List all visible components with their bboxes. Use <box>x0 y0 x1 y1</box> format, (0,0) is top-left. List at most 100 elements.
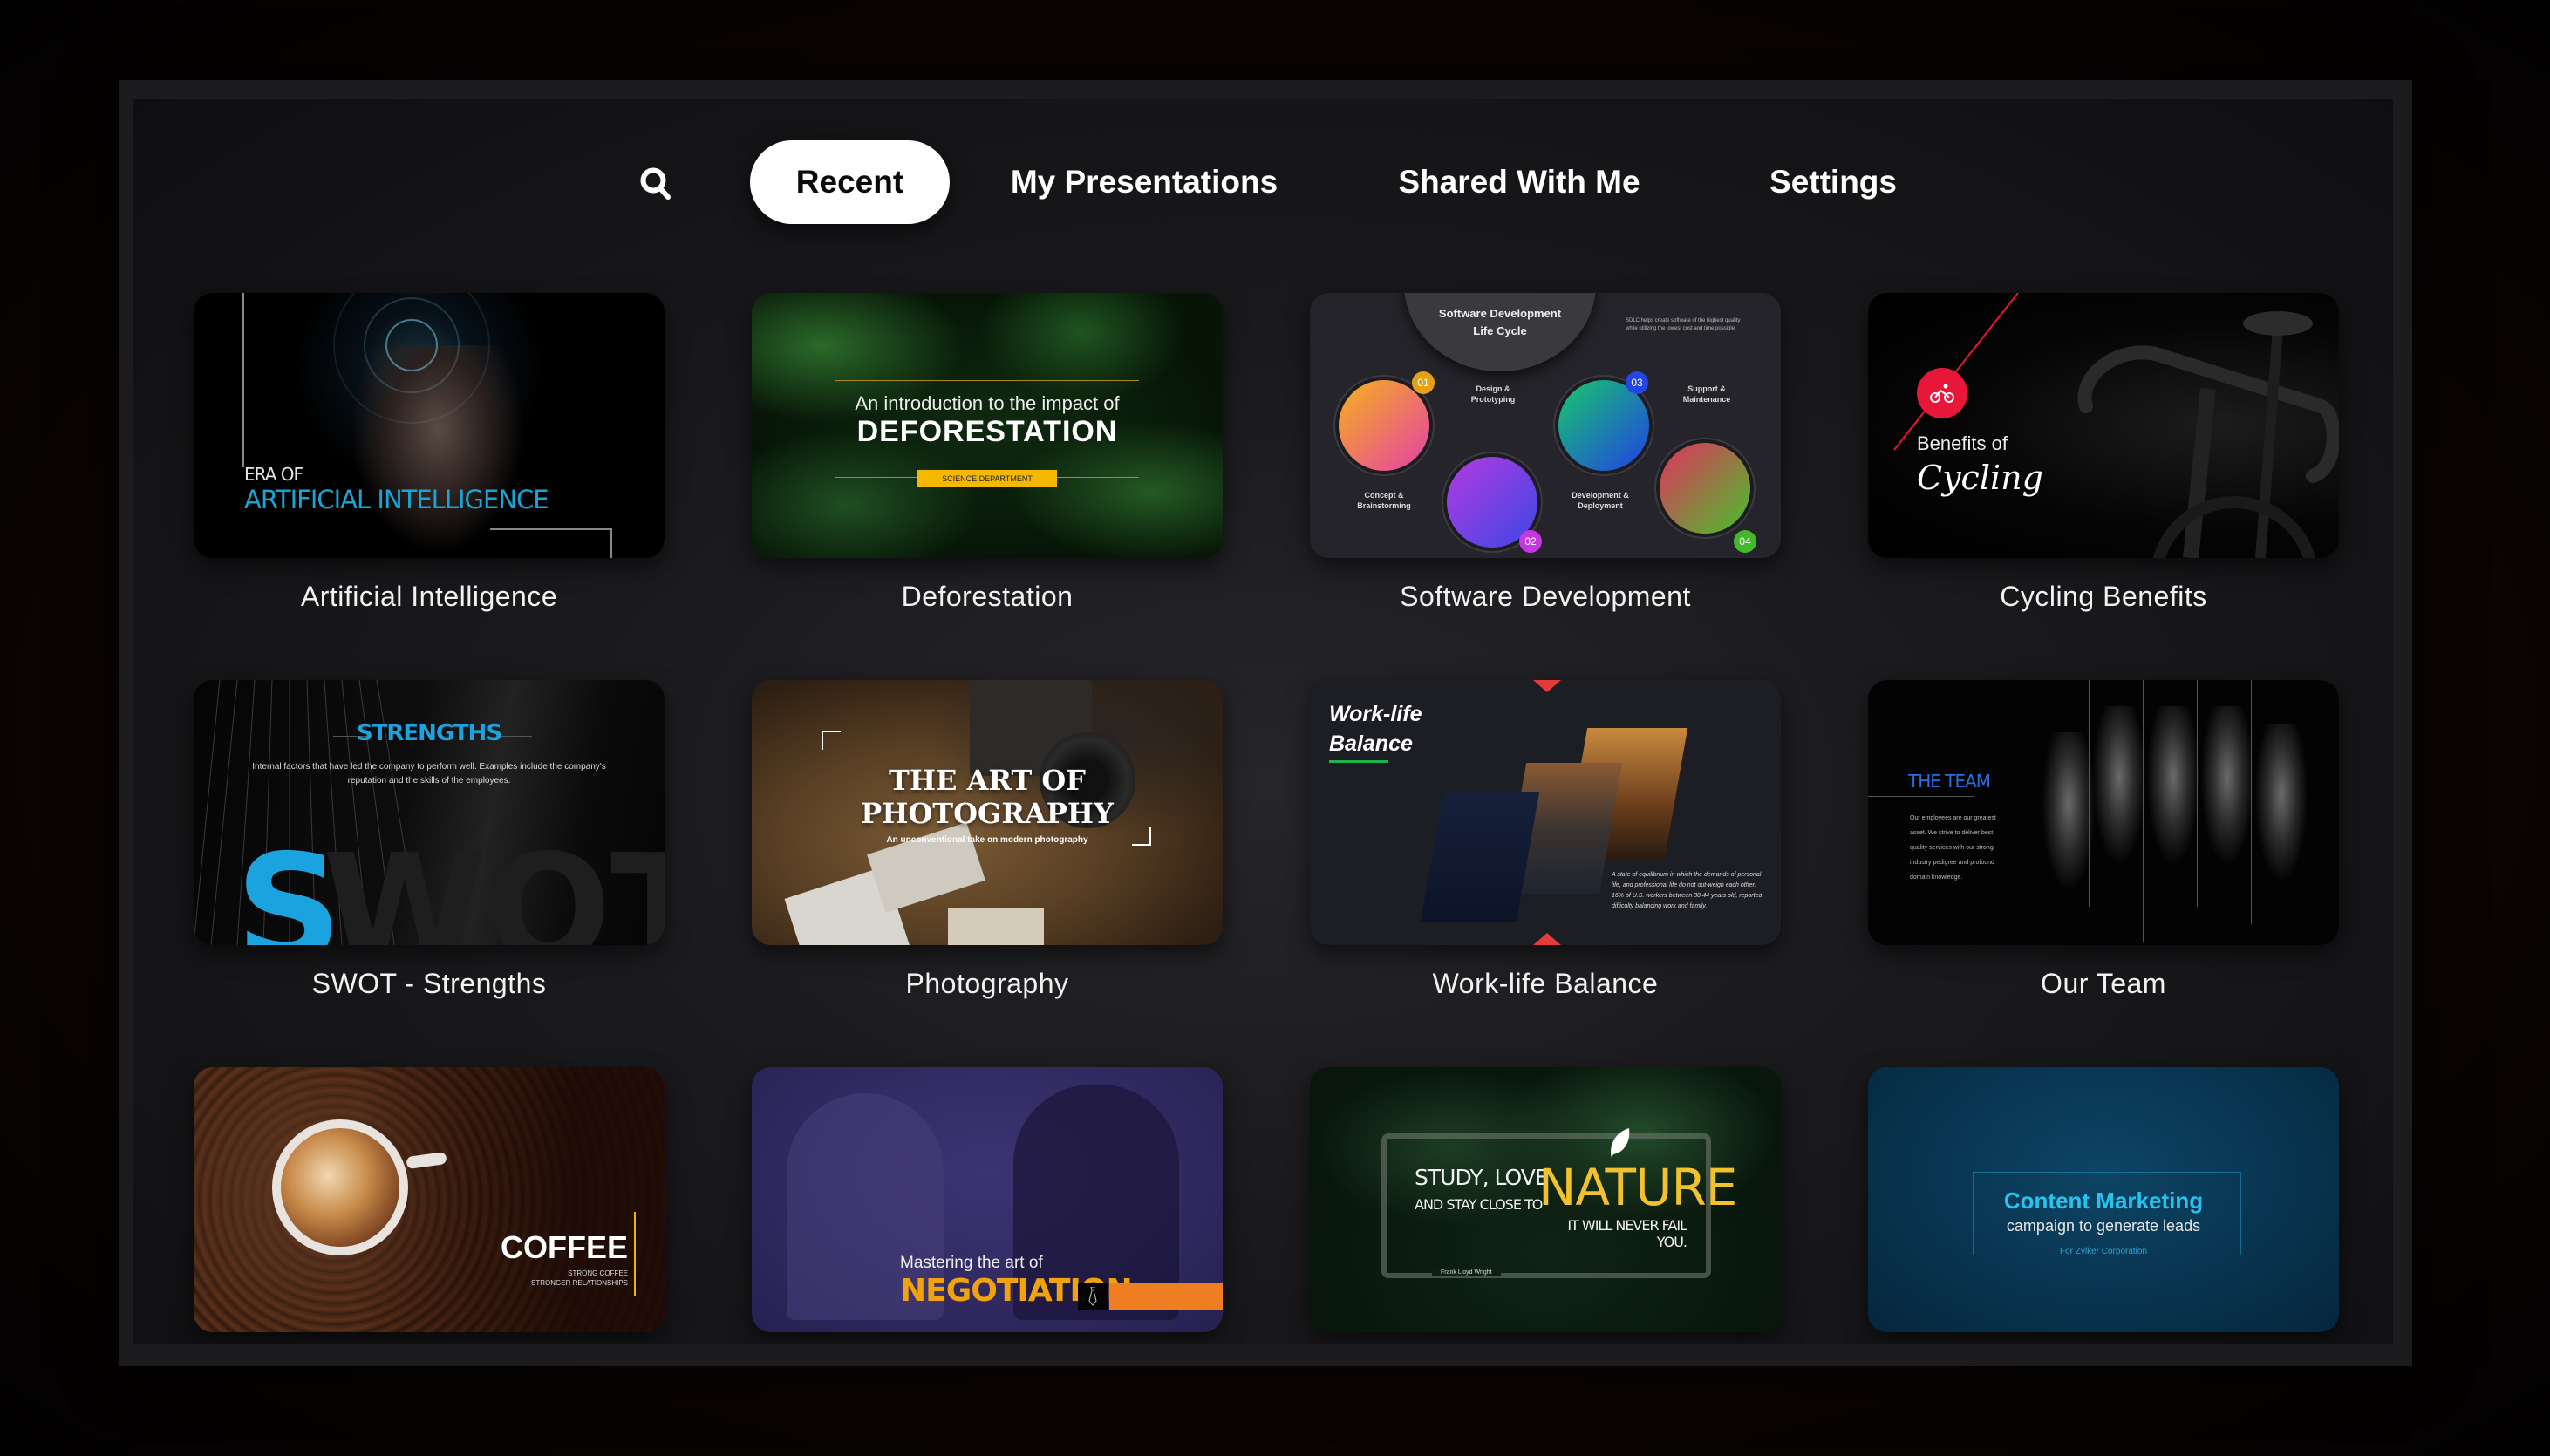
thumb-title: PHOTOGRAPHY <box>861 797 1114 830</box>
presentation-title: SWOT - Strengths <box>311 968 547 999</box>
team-member-photo <box>2201 706 2253 863</box>
presentation-card-software-development[interactable]: Software Development Life Cycle SDLC hel… <box>1310 293 1781 612</box>
overlay <box>194 1067 665 1332</box>
top-nav: Recent My Presentations Shared With Me S… <box>133 140 2393 224</box>
step-badge: 04 <box>1734 530 1756 553</box>
presentation-card-content-marketing[interactable]: Content Marketing campaign to generate l… <box>1868 1067 2339 1332</box>
presentation-title: Our Team <box>2041 968 2166 999</box>
thumb-text: Benefits of <box>1917 432 2008 454</box>
bicycle-badge <box>1917 368 1967 418</box>
thumb-text: For Zylker Corporation <box>2059 1247 2148 1256</box>
presentation-card-work-life-balance[interactable]: Work-life Balance A state of equilibrium… <box>1310 680 1781 999</box>
polaroid <box>948 908 1044 945</box>
thumbnail: Software Development Life Cycle SDLC hel… <box>1310 293 1781 558</box>
thumb-title: NATURE <box>1538 1158 1737 1217</box>
step-bubble <box>1339 380 1429 471</box>
tab-shared-with-me[interactable]: Shared With Me <box>1397 140 1641 224</box>
presentation-card-ai[interactable]: ERA OF ARTIFICIAL INTELLIGENCE Artificia… <box>194 293 665 612</box>
presentation-title: Deforestation <box>901 581 1074 612</box>
team-member-photo <box>2147 706 2199 863</box>
thumb-title: ARTIFICIAL INTELLIGENCE <box>244 485 549 514</box>
thumb-text: An introduction to the impact of <box>855 392 1120 414</box>
tab-my-presentations[interactable]: My Presentations <box>1011 140 1278 224</box>
step-badge: 03 <box>1626 371 1648 394</box>
corner-mark <box>822 731 841 750</box>
thumb-text: A state of equilibrium in which the dema… <box>1612 872 1762 909</box>
deco-line <box>490 528 612 530</box>
presentation-card-cycling[interactable]: Benefits of Cycling Cycling Benefits <box>1868 293 2339 612</box>
thumbnail: ERA OF ARTIFICIAL INTELLIGENCE <box>194 293 665 558</box>
step-label: Support & Maintenance <box>1682 384 1731 404</box>
thumb-title-line: Work-life <box>1329 702 1422 726</box>
thumb-title-line: Life Cycle <box>1473 324 1527 337</box>
presentation-card-nature[interactable]: STUDY, LOVE AND STAY CLOSE TO NATURE IT … <box>1310 1067 1781 1332</box>
thumb-author: Frank Lloyd Wright <box>1432 1269 1501 1276</box>
divider <box>2143 680 2144 942</box>
presentation-card-deforestation[interactable]: An introduction to the impact of DEFORES… <box>752 293 1223 612</box>
thumb-text: STRONG COFFEE <box>568 1269 628 1277</box>
thumb-text: Our employees are our greatest asset. We… <box>1910 815 1996 881</box>
step-bubble <box>1660 443 1750 534</box>
thumb-title: Cycling <box>1917 459 2043 497</box>
tie-badge <box>1078 1283 1108 1310</box>
thumbnail: COFFEE STRONG COFFEE STRONGER RELATIONSH… <box>194 1067 665 1332</box>
step-badge: 02 <box>1519 530 1542 553</box>
thumb-title: DEFORESTATION <box>856 415 1118 448</box>
presentation-title: Software Development <box>1400 581 1691 612</box>
tab-recent[interactable]: Recent <box>750 140 950 224</box>
thumb-title-line: Software Development <box>1438 307 1562 320</box>
bicycle-icon <box>1930 384 1954 403</box>
thumb-title: COFFEE <box>500 1229 628 1265</box>
thumbnail: STUDY, LOVE AND STAY CLOSE TO NATURE IT … <box>1310 1067 1781 1332</box>
divider <box>2089 680 2090 907</box>
thumb-title: STRENGTHS <box>356 720 502 746</box>
tv-screen: Recent My Presentations Shared With Me S… <box>133 99 2393 1344</box>
team-member-photo <box>2255 724 2308 881</box>
tab-settings[interactable]: Settings <box>1763 140 1903 224</box>
thumb-text: Mastering the art of <box>900 1254 1043 1272</box>
presentation-card-negotiation[interactable]: Mastering the art of NEGOTIATION <box>752 1067 1223 1332</box>
deco-line <box>835 380 1139 381</box>
thumb-text: campaign to generate leads <box>2006 1217 2201 1235</box>
thumb-letters: WOT <box>323 823 665 945</box>
thumb-text: SDLC helps create software of the highes… <box>1626 318 1741 331</box>
team-member-photo <box>2042 732 2095 889</box>
step-label: Development & Deployment <box>1572 491 1629 510</box>
thumb-text: IT WILL NEVER FAIL YOU. <box>1567 1217 1688 1250</box>
thumb-text: STUDY, LOVE <box>1415 1165 1549 1190</box>
presentation-title: Work-life Balance <box>1432 968 1659 999</box>
thumb-title: THE ART OF <box>889 764 1086 797</box>
thumbnail: Work-life Balance A state of equilibrium… <box>1310 680 1781 945</box>
thumbnail: Benefits of Cycling <box>1868 293 2339 558</box>
thumb-title: Work-life Balance <box>1329 699 1422 759</box>
divider <box>2197 680 2198 907</box>
thumbnail: Mastering the art of NEGOTIATION <box>752 1067 1223 1332</box>
step-label: Design & Prototyping <box>1470 384 1516 404</box>
tie-icon <box>1088 1287 1097 1306</box>
deco-line <box>1868 796 1974 797</box>
team-member-photo <box>2093 706 2145 863</box>
thumb-text: AND STAY CLOSE TO <box>1415 1196 1543 1213</box>
thumb-title: Software Development Life Cycle <box>1404 305 1596 340</box>
thumb-text: STRONGER RELATIONSHIPS <box>531 1279 628 1287</box>
presentation-title: Cycling Benefits <box>2000 581 2207 612</box>
presentation-title: Photography <box>905 968 1069 999</box>
triangle-marker <box>1533 933 1561 945</box>
thumbnail: STRENGTHS Internal factors that have led… <box>194 680 665 945</box>
step-label: Concept & Brainstorming <box>1357 491 1411 510</box>
presentation-card-swot[interactable]: STRENGTHS Internal factors that have led… <box>194 680 665 999</box>
bicycle-image <box>1893 293 2339 558</box>
presentation-card-coffee[interactable]: COFFEE STRONG COFFEE STRONGER RELATIONSH… <box>194 1067 665 1332</box>
leaf-icon <box>1611 1128 1630 1158</box>
thumb-title: THE TEAM <box>1908 771 1991 792</box>
thumbnail: An introduction to the impact of DEFORES… <box>752 293 1223 558</box>
thumb-title: Content Marketing <box>2003 1187 2204 1214</box>
search-button[interactable] <box>635 163 678 207</box>
thumbnail: Content Marketing campaign to generate l… <box>1868 1067 2339 1332</box>
presentation-title: Artificial Intelligence <box>300 581 558 612</box>
presentation-card-our-team[interactable]: THE TEAM Our employees are our greatest … <box>1868 680 2339 999</box>
coffee-latte <box>281 1128 399 1247</box>
thumbnail: THE ART OF PHOTOGRAPHY An unconventional… <box>752 680 1223 945</box>
presentation-card-photography[interactable]: THE ART OF PHOTOGRAPHY An unconventional… <box>752 680 1223 999</box>
thumb-text: Internal factors that have led the compa… <box>252 762 606 786</box>
